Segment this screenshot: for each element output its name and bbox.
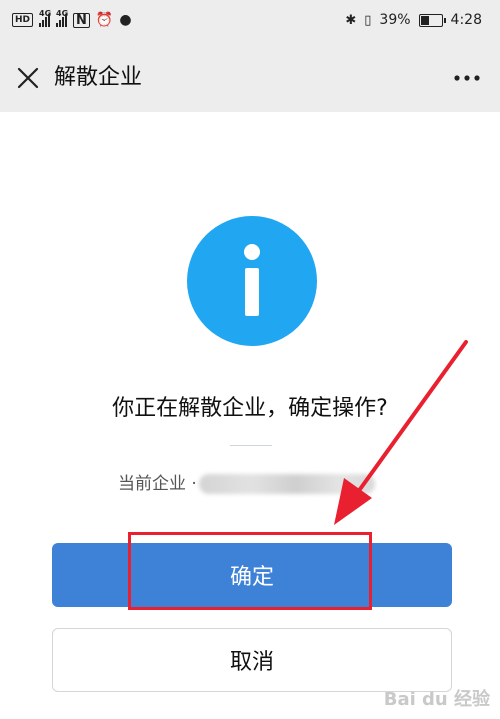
network-label: 4G — [39, 9, 52, 18]
signal-icon: 4G — [56, 9, 68, 27]
signal-icon: 4G — [39, 9, 51, 27]
wechat-icon: ● — [119, 12, 132, 28]
watermark: Bai du 经验 — [383, 689, 490, 710]
battery-percent: 39% — [379, 12, 411, 28]
hd-icon: HD — [12, 13, 34, 27]
clock: 4:28 — [450, 12, 482, 28]
company-name-blurred — [198, 474, 375, 494]
confirm-button-label: 确定 — [229, 565, 274, 590]
cancel-button[interactable]: 取消 — [52, 628, 452, 692]
nfc-icon: N — [73, 12, 90, 28]
confirm-button[interactable]: 确定 — [52, 543, 452, 607]
company-label: 当前企业 · — [118, 474, 197, 494]
vibrate-icon: ▯ — [364, 12, 372, 28]
bluetooth-icon: ✱ — [345, 12, 357, 28]
close-button[interactable] — [8, 58, 48, 98]
title-bar: 解散企业 — [0, 44, 500, 112]
current-company: 当前企业 · — [118, 472, 375, 496]
battery-icon — [418, 13, 446, 27]
close-icon — [17, 67, 39, 89]
cancel-button-label: 取消 — [229, 650, 274, 675]
alarm-icon: ⏰ — [95, 12, 114, 28]
page-title: 解散企业 — [54, 65, 143, 90]
more-button[interactable] — [440, 66, 480, 90]
dialog-question: 你正在解散企业，确定操作? — [112, 396, 388, 421]
divider — [230, 445, 272, 446]
more-icon — [454, 75, 480, 81]
info-icon — [187, 216, 317, 346]
status-bar: HD 4G 4G N ⏰ ● ✱ ▯ 39% 4:28 — [0, 0, 500, 44]
network-label: 4G — [56, 9, 69, 18]
